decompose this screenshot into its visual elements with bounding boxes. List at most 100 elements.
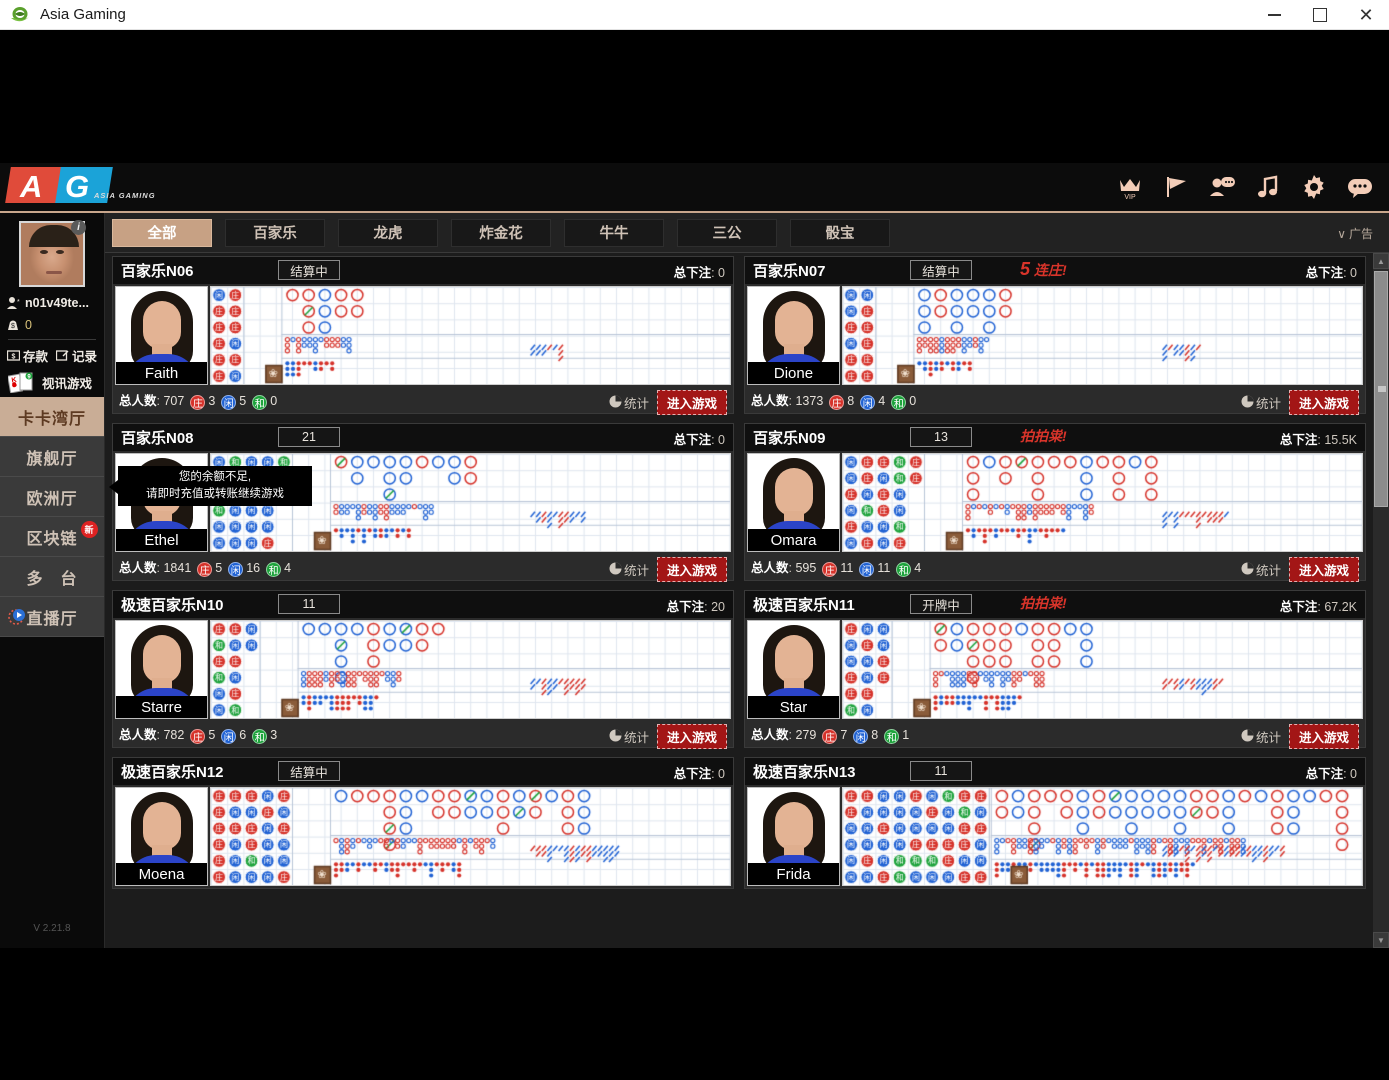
sidebar-item-5[interactable]: 直播厅 (0, 597, 104, 637)
streak-label: 连庄! (1034, 262, 1067, 278)
enter-game-button[interactable]: 进入游戏 (656, 557, 727, 582)
roadmap[interactable] (842, 620, 1363, 719)
flag-icon[interactable] (1161, 171, 1191, 203)
banker-pill: 庄 (190, 394, 206, 410)
roadmap[interactable] (210, 620, 731, 719)
chevron-down-icon: ∨ (1337, 226, 1346, 241)
minimize-button[interactable] (1251, 0, 1297, 30)
total-bet-value: 15.5K (1324, 433, 1357, 447)
enter-game-button[interactable]: 进入游戏 (1288, 724, 1359, 749)
stats-button[interactable]: 统计 (609, 560, 649, 579)
streak-number: 5 (1020, 259, 1031, 279)
person-chat-icon[interactable] (1207, 171, 1237, 203)
record-button[interactable]: 记录 (56, 346, 97, 365)
table-card[interactable]: 百家乐N09 13 拍拍粜! 总下注: 15.5K Omara 总人数: 595 庄 11 闲 1… (744, 423, 1366, 582)
roadmap[interactable] (842, 787, 1363, 886)
music-note-icon[interactable] (1253, 171, 1283, 203)
avatar[interactable]: i (19, 220, 86, 287)
user-icon: * (7, 297, 20, 309)
player-pill: 闲 (221, 394, 237, 410)
sidebar-item-4[interactable]: 多 台 (0, 557, 104, 597)
card-body: Moena (113, 785, 733, 888)
sidebar: i * n01v49te... $ 0 $ 存款 记录 K 9 视讯游戏 卡卡湾… (0, 213, 105, 948)
maximize-button[interactable] (1297, 0, 1343, 30)
card-body: Dione (745, 284, 1365, 387)
table-card[interactable]: 百家乐N07 结算中 5 连庄! 总下注: 0 Dione 总人数: 1373 庄 8 闲 4 和 0 统… (744, 256, 1366, 415)
enter-game-button[interactable]: 进入游戏 (1288, 557, 1359, 582)
stats-button[interactable]: 统计 (1241, 560, 1281, 579)
close-button[interactable]: ✕ (1343, 0, 1389, 30)
table-card[interactable]: 百家乐N06 结算中 总下注: 0 Faith 总人数: 707 庄 3 闲 5 和 0 统计 进入游戏 (112, 256, 734, 415)
roadmap[interactable] (842, 286, 1363, 385)
enter-game-button[interactable]: 进入游戏 (1288, 390, 1359, 415)
dealer-thumbnail[interactable]: Star (747, 620, 840, 719)
logo-letter-g: G (65, 169, 90, 204)
sidebar-item-1[interactable]: 旗舰厅 (0, 437, 104, 477)
balance-row: $ 0 (0, 314, 104, 336)
roadmap[interactable] (842, 453, 1363, 552)
card-footer-actions: 统计 进入游戏 (1241, 390, 1359, 415)
sidebar-item-3[interactable]: 区块链新 (0, 517, 104, 557)
ad-toggle[interactable]: ∨ 广告 (1337, 225, 1373, 242)
tie-count: 4 (914, 561, 922, 576)
tab-6[interactable]: 骰宝 (790, 218, 890, 247)
dealer-thumbnail[interactable]: Dione (747, 286, 840, 385)
deposit-button[interactable]: $ 存款 (6, 346, 48, 365)
gear-icon[interactable] (1299, 171, 1329, 203)
stats-label: 统计 (1255, 564, 1281, 578)
dealer-thumbnail[interactable]: Starre (115, 620, 208, 719)
tab-5[interactable]: 三公 (677, 218, 777, 247)
dealer-thumbnail[interactable]: Faith (115, 286, 208, 385)
content-scrollbar[interactable]: ▲ ▼ (1373, 253, 1389, 948)
enter-game-button[interactable]: 进入游戏 (656, 390, 727, 415)
total-people-value: 707 (163, 394, 185, 409)
stats-button[interactable]: 统计 (609, 393, 649, 412)
vip-crown-icon[interactable]: VIP (1115, 171, 1145, 203)
table-card[interactable]: 极速百家乐N12 结算中 总下注: 0 Moena (112, 757, 734, 889)
total-bet-value: 0 (1350, 266, 1357, 280)
chat-bubble-icon[interactable] (1345, 171, 1375, 203)
video-game-button[interactable]: K 9 视讯游戏 (0, 367, 104, 397)
sidebar-item-2[interactable]: 欧洲厅 (0, 477, 104, 517)
edit-note-icon (56, 349, 69, 361)
info-badge[interactable]: i (71, 220, 86, 235)
record-label: 记录 (72, 349, 98, 364)
total-bet: 总下注: 0 (1305, 266, 1357, 280)
sidebar-item-0[interactable]: 卡卡湾厅 (0, 397, 104, 437)
sidebar-item-label: 卡卡湾厅 (17, 410, 86, 428)
pie-chart-icon (609, 729, 622, 745)
pie-chart-icon (609, 395, 622, 411)
roadmap[interactable] (210, 286, 731, 385)
player-count: 8 (871, 728, 879, 743)
dealer-thumbnail[interactable]: Omara (747, 453, 840, 552)
dealer-thumbnail[interactable]: Frida (747, 787, 840, 886)
username-row: * n01v49te... (0, 292, 104, 314)
stats-button[interactable]: 统计 (1241, 393, 1281, 412)
tab-4[interactable]: 牛牛 (564, 218, 664, 247)
roadmap[interactable] (210, 787, 731, 886)
tie-pill: 和 (252, 728, 268, 744)
table-card[interactable]: 极速百家乐N11 开牌中 拍拍粜! 总下注: 67.2K Star 总人数: 279 庄 7 闲… (744, 590, 1366, 749)
stats-button[interactable]: 统计 (1241, 727, 1281, 746)
tab-3[interactable]: 炸金花 (451, 218, 551, 247)
header-icon-bar: VIP (1115, 171, 1375, 203)
banker-count: 3 (208, 394, 216, 409)
stats-button[interactable]: 统计 (609, 727, 649, 746)
dealer-thumbnail[interactable]: Moena (115, 787, 208, 886)
ag-logo: A G ASIA GAMING (5, 167, 168, 204)
tab-2[interactable]: 龙虎 (338, 218, 438, 247)
table-card[interactable]: 极速百家乐N10 11 总下注: 20 Starre 总人数: 782 庄 5 闲 6 和 3 统计进… (112, 590, 734, 749)
dealer-name: Dione (748, 362, 839, 384)
tab-0[interactable]: 全部 (112, 218, 212, 247)
scroll-up-button[interactable]: ▲ (1373, 253, 1389, 269)
banker-count: 8 (847, 394, 855, 409)
money-bag-icon: $ (8, 320, 18, 330)
scroll-down-button[interactable]: ▼ (1373, 932, 1389, 948)
total-people-label: 总人数 (751, 561, 789, 576)
table-card[interactable]: 极速百家乐N13 11 总下注: 0 Frida (744, 757, 1366, 889)
scrollbar-thumb[interactable] (1374, 271, 1388, 507)
card-footer: 总人数: 782 庄 5 闲 6 和 3 统计 进入游戏 (113, 721, 733, 749)
tab-1[interactable]: 百家乐 (225, 218, 325, 247)
enter-game-button[interactable]: 进入游戏 (656, 724, 727, 749)
card-header: 极速百家乐N12 结算中 总下注: 0 (113, 758, 733, 785)
